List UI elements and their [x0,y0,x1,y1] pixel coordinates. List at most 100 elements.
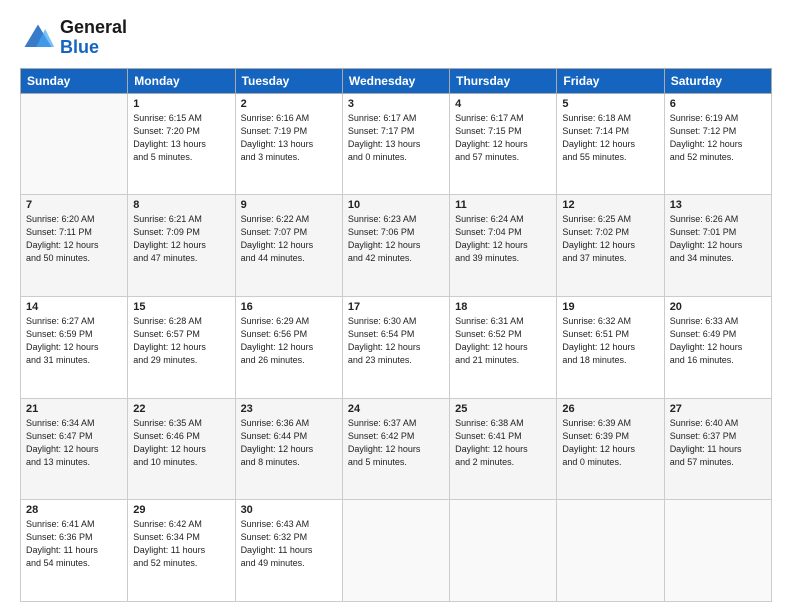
calendar-cell: 16Sunrise: 6:29 AM Sunset: 6:56 PM Dayli… [235,296,342,398]
day-number: 29 [133,504,229,516]
day-number: 21 [26,403,122,415]
calendar-week-3: 14Sunrise: 6:27 AM Sunset: 6:59 PM Dayli… [21,296,772,398]
day-info: Sunrise: 6:19 AM Sunset: 7:12 PM Dayligh… [670,112,766,164]
calendar-header-row: SundayMondayTuesdayWednesdayThursdayFrid… [21,68,772,93]
calendar-cell: 27Sunrise: 6:40 AM Sunset: 6:37 PM Dayli… [664,398,771,500]
day-number: 23 [241,403,337,415]
calendar-cell: 15 Sunrise: 6:28 AM Sunset: 6:57 PM Dayli… [128,296,235,398]
day-info: Sunrise: 6:16 AM Sunset: 7:19 PM Dayligh… [241,112,337,164]
day-info: Sunrise: 6:32 AM Sunset: 6:51 PM Dayligh… [562,315,658,367]
header-day-wednesday: Wednesday [342,68,449,93]
header-day-monday: Monday [128,68,235,93]
calendar-cell: 17Sunrise: 6:30 AM Sunset: 6:54 PM Dayli… [342,296,449,398]
logo-icon [20,20,56,56]
day-info: Sunrise: 6:25 AM Sunset: 7:02 PM Dayligh… [562,213,658,265]
header-day-saturday: Saturday [664,68,771,93]
calendar-cell: 5 Sunrise: 6:18 AM Sunset: 7:14 PM Daylig… [557,93,664,195]
calendar-cell: 23 Sunrise: 6:36 AM Sunset: 6:44 PM Dayli… [235,398,342,500]
day-info: Sunrise: 6:28 AM Sunset: 6:57 PM Dayligh… [133,315,229,367]
day-info: Sunrise: 6:35 AM Sunset: 6:46 PM Dayligh… [133,417,229,469]
day-info: Sunrise: 6:24 AM Sunset: 7:04 PM Dayligh… [455,213,551,265]
day-number: 22 [133,403,229,415]
day-number: 27 [670,403,766,415]
calendar-cell: 21 Sunrise: 6:34 AM Sunset: 6:47 PM Dayli… [21,398,128,500]
day-number: 15 [133,301,229,313]
logo: General Blue [20,18,127,58]
day-info: Sunrise: 6:43 AM Sunset: 6:32 PM Dayligh… [241,518,337,570]
calendar-cell: 4 Sunrise: 6:17 AM Sunset: 7:15 PM Daylig… [450,93,557,195]
day-number: 24 [348,403,444,415]
calendar-cell: 29Sunrise: 6:42 AM Sunset: 6:34 PM Dayli… [128,500,235,602]
calendar-week-4: 21 Sunrise: 6:34 AM Sunset: 6:47 PM Dayli… [21,398,772,500]
page: General Blue SundayMondayTuesdayWednesda… [0,0,792,612]
calendar-week-5: 28 Sunrise: 6:41 AM Sunset: 6:36 PM Dayli… [21,500,772,602]
day-number: 26 [562,403,658,415]
day-info: Sunrise: 6:36 AM Sunset: 6:44 PM Dayligh… [241,417,337,469]
calendar-cell: 7 Sunrise: 6:20 AM Sunset: 7:11 PM Daylig… [21,195,128,297]
calendar-cell: 8 Sunrise: 6:21 AM Sunset: 7:09 PM Daylig… [128,195,235,297]
logo-text: General Blue [60,18,127,58]
day-info: Sunrise: 6:17 AM Sunset: 7:17 PM Dayligh… [348,112,444,164]
day-number: 19 [562,301,658,313]
day-number: 4 [455,98,551,110]
calendar-cell [21,93,128,195]
day-info: Sunrise: 6:17 AM Sunset: 7:15 PM Dayligh… [455,112,551,164]
day-number: 11 [455,199,551,211]
calendar-cell: 25Sunrise: 6:38 AM Sunset: 6:41 PM Dayli… [450,398,557,500]
calendar-cell: 19 Sunrise: 6:32 AM Sunset: 6:51 PM Dayli… [557,296,664,398]
calendar-cell: 20 Sunrise: 6:33 AM Sunset: 6:49 PM Dayli… [664,296,771,398]
calendar-cell: 26 Sunrise: 6:39 AM Sunset: 6:39 PM Dayli… [557,398,664,500]
day-number: 25 [455,403,551,415]
day-number: 28 [26,504,122,516]
calendar-cell: 30 Sunrise: 6:43 AM Sunset: 6:32 PM Dayli… [235,500,342,602]
day-number: 2 [241,98,337,110]
day-info: Sunrise: 6:37 AM Sunset: 6:42 PM Dayligh… [348,417,444,469]
calendar-table: SundayMondayTuesdayWednesdayThursdayFrid… [20,68,772,602]
day-number: 12 [562,199,658,211]
day-number: 8 [133,199,229,211]
day-number: 6 [670,98,766,110]
day-number: 5 [562,98,658,110]
calendar-cell: 10 Sunrise: 6:23 AM Sunset: 7:06 PM Dayli… [342,195,449,297]
day-info: Sunrise: 6:31 AM Sunset: 6:52 PM Dayligh… [455,315,551,367]
day-number: 20 [670,301,766,313]
calendar-cell: 24 Sunrise: 6:37 AM Sunset: 6:42 PM Dayli… [342,398,449,500]
calendar-cell: 1 Sunrise: 6:15 AM Sunset: 7:20 PM Daylig… [128,93,235,195]
day-info: Sunrise: 6:27 AM Sunset: 6:59 PM Dayligh… [26,315,122,367]
calendar-cell: 3 Sunrise: 6:17 AM Sunset: 7:17 PM Daylig… [342,93,449,195]
header-day-tuesday: Tuesday [235,68,342,93]
day-info: Sunrise: 6:23 AM Sunset: 7:06 PM Dayligh… [348,213,444,265]
calendar-week-2: 7 Sunrise: 6:20 AM Sunset: 7:11 PM Daylig… [21,195,772,297]
calendar-cell: 2 Sunrise: 6:16 AM Sunset: 7:19 PM Daylig… [235,93,342,195]
calendar-cell [450,500,557,602]
calendar-cell [342,500,449,602]
day-info: Sunrise: 6:41 AM Sunset: 6:36 PM Dayligh… [26,518,122,570]
day-number: 30 [241,504,337,516]
day-info: Sunrise: 6:21 AM Sunset: 7:09 PM Dayligh… [133,213,229,265]
day-info: Sunrise: 6:33 AM Sunset: 6:49 PM Dayligh… [670,315,766,367]
day-number: 9 [241,199,337,211]
day-number: 18 [455,301,551,313]
calendar-cell: 14Sunrise: 6:27 AM Sunset: 6:59 PM Dayli… [21,296,128,398]
day-number: 3 [348,98,444,110]
day-info: Sunrise: 6:20 AM Sunset: 7:11 PM Dayligh… [26,213,122,265]
calendar-cell [557,500,664,602]
day-info: Sunrise: 6:15 AM Sunset: 7:20 PM Dayligh… [133,112,229,164]
day-number: 17 [348,301,444,313]
day-info: Sunrise: 6:34 AM Sunset: 6:47 PM Dayligh… [26,417,122,469]
day-number: 7 [26,199,122,211]
header-day-friday: Friday [557,68,664,93]
day-info: Sunrise: 6:26 AM Sunset: 7:01 PM Dayligh… [670,213,766,265]
header-day-sunday: Sunday [21,68,128,93]
calendar-cell: 6 Sunrise: 6:19 AM Sunset: 7:12 PM Daylig… [664,93,771,195]
calendar-cell: 11 Sunrise: 6:24 AM Sunset: 7:04 PM Dayli… [450,195,557,297]
calendar-cell: 13Sunrise: 6:26 AM Sunset: 7:01 PM Dayli… [664,195,771,297]
day-number: 10 [348,199,444,211]
day-info: Sunrise: 6:18 AM Sunset: 7:14 PM Dayligh… [562,112,658,164]
calendar-cell: 9 Sunrise: 6:22 AM Sunset: 7:07 PM Daylig… [235,195,342,297]
day-number: 1 [133,98,229,110]
day-info: Sunrise: 6:22 AM Sunset: 7:07 PM Dayligh… [241,213,337,265]
calendar-cell: 12 Sunrise: 6:25 AM Sunset: 7:02 PM Dayli… [557,195,664,297]
day-info: Sunrise: 6:39 AM Sunset: 6:39 PM Dayligh… [562,417,658,469]
day-number: 16 [241,301,337,313]
